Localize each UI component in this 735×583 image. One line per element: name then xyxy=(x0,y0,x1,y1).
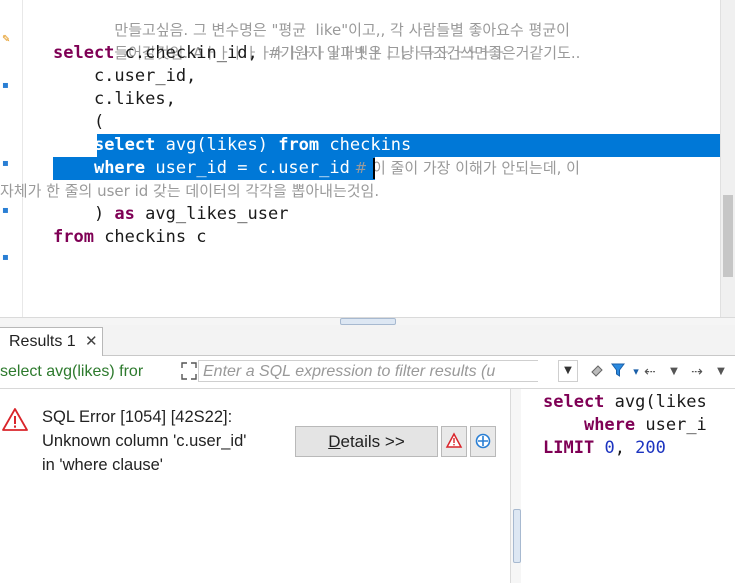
error-line: SQL Error [1054] [42S22]: xyxy=(42,408,233,426)
editor-gutter: ✎ ▪ ▪ ▪ ▪ xyxy=(0,0,23,318)
keyword: as xyxy=(114,204,135,224)
text-cursor xyxy=(373,158,375,179)
code-line: from checkins c xyxy=(53,226,207,249)
code-text: avg(likes) xyxy=(155,135,279,155)
preview-line: where user_i xyxy=(543,414,707,437)
scrollbar-thumb[interactable] xyxy=(723,195,733,277)
error-panel-splitter[interactable] xyxy=(510,389,521,583)
details-label: etails >> xyxy=(340,432,405,451)
code-text: ( xyxy=(53,112,105,132)
code-comment: # 이 줄이 가장 이해가 안되는데, 이 xyxy=(349,159,580,177)
query-preview: select avg(likes where user_i LIMIT 0, 2… xyxy=(521,389,735,583)
code-line: where user_id = c.user_id # 이 줄이 가장 이해가 … xyxy=(53,157,580,180)
code-line: 자체가 한 줄의 user id 갖는 데이터의 각각을 뽑아내는것임. xyxy=(0,180,379,203)
keyword: select xyxy=(93,135,156,155)
details-mnemonic: D xyxy=(328,432,341,451)
code-line: c.likes, xyxy=(53,88,176,111)
keyword: from xyxy=(278,135,320,155)
details-button[interactable]: Details >> xyxy=(295,426,438,457)
sql-editor[interactable]: ✎ ▪ ▪ ▪ ▪ 만들고싶음. 그 변수명은 "평균 like"이고,, 각 … xyxy=(0,0,735,318)
error-area: SQL Error [1054] [42S22]: Unknown column… xyxy=(0,389,510,583)
filter-toolbar: select avg(likes) fror Enter a SQL expre… xyxy=(0,356,735,389)
number: 200 xyxy=(635,438,666,458)
results-tabbar: Results 1 ✕ xyxy=(0,325,735,356)
number: 0 xyxy=(604,438,615,458)
tab-results-1[interactable]: Results 1 ✕ xyxy=(0,327,103,356)
code-text: user_i xyxy=(635,415,707,435)
preview-line: LIMIT 0, 200 xyxy=(543,437,666,460)
annotation-marker-icon: ▪ xyxy=(2,252,9,263)
code-text: checkins xyxy=(319,135,412,155)
keyword: LIMIT xyxy=(543,438,595,458)
code-line: 만들고싶음. 그 변수명은 "평균 like"이고,, 각 사람들별 좋아요수 … xyxy=(53,0,570,39)
code-text: checkins c xyxy=(93,227,207,247)
error-triangle-icon xyxy=(2,407,28,433)
splitter-handle[interactable] xyxy=(513,509,521,563)
error-line: Unknown column 'c.user_id' xyxy=(42,432,247,450)
error-message: SQL Error [1054] [42S22]: Unknown column… xyxy=(42,405,287,477)
keyword: select xyxy=(543,392,605,412)
preview-line: select avg(likes xyxy=(543,391,707,414)
filter-sql-text[interactable]: select avg(likes) fror xyxy=(0,361,174,383)
close-icon[interactable]: ✕ xyxy=(85,328,98,356)
code-text: avg_likes_user xyxy=(134,204,289,224)
code-line: ( xyxy=(53,111,104,134)
error-line: in 'where clause' xyxy=(42,456,163,474)
eraser-icon[interactable] xyxy=(588,362,606,382)
warning-icon[interactable] xyxy=(441,426,467,457)
code-line: c.user_id, xyxy=(53,65,196,88)
annotation-marker-icon: ▪ xyxy=(2,158,9,169)
keyword: where xyxy=(583,415,636,435)
code-area[interactable]: 만들고싶음. 그 변수명은 "평균 like"이고,, 각 사람들별 좋아요수 … xyxy=(0,0,721,318)
code-text: user_id = c.user_id xyxy=(145,158,350,178)
code-text: , xyxy=(614,438,636,458)
annotation-marker-icon: ✎ xyxy=(2,34,11,45)
code-line: select c.checkin_id, #기원지 알파벳은 그냥 무조건쓰면좋… xyxy=(53,42,580,65)
keyword: where xyxy=(93,158,146,178)
tab-label: Results 1 xyxy=(9,333,76,350)
editor-vertical-scrollbar[interactable] xyxy=(720,0,735,318)
code-line: 들어갈것임. Aㅏㅏㅏㅏㅏㅏㅏㅏㅏㅏㅏㅏㅏㅏㅏㅏㅏㅏㅏㅏㅏㅏ xyxy=(53,19,506,62)
results-panel: Results 1 ✕ select avg(likes) fror Enter… xyxy=(0,325,735,583)
code-text: c.likes, xyxy=(53,89,176,109)
dropdown-icon[interactable]: ▼ xyxy=(712,362,730,382)
code-comment: #기원지 알파벳은 그냥 무조건쓰면좋은거같기도.. xyxy=(267,44,581,62)
keyword: from xyxy=(53,227,94,247)
code-text: c.checkin_id, xyxy=(114,43,268,63)
code-text: ) xyxy=(53,204,115,224)
keyword: select xyxy=(53,43,115,63)
arrow-left-icon[interactable]: ⇠ xyxy=(641,362,659,382)
code-line: ) as avg_likes_user xyxy=(53,203,289,226)
code-text: c.user_id, xyxy=(53,66,197,86)
filter-icon[interactable] xyxy=(609,362,627,382)
dropdown-icon[interactable]: ▼ xyxy=(665,362,683,382)
annotation-marker-icon: ▪ xyxy=(2,80,9,91)
code-line: select avg(likes) from checkins xyxy=(53,134,411,157)
annotation-marker-icon: ▪ xyxy=(2,205,9,216)
filter-input[interactable]: Enter a SQL expression to filter results… xyxy=(198,360,538,382)
code-comment: 자체가 한 줄의 user id 갖는 데이터의 각각을 뽑아내는것임. xyxy=(0,182,380,200)
crosshair-icon[interactable] xyxy=(470,426,496,457)
expand-icon[interactable] xyxy=(180,361,198,381)
splitter-handle[interactable] xyxy=(340,318,396,325)
code-text: avg(likes xyxy=(604,392,707,412)
dropdown-icon[interactable]: ▼ xyxy=(558,360,578,382)
arrow-right-icon[interactable]: ⇢ xyxy=(688,362,706,382)
